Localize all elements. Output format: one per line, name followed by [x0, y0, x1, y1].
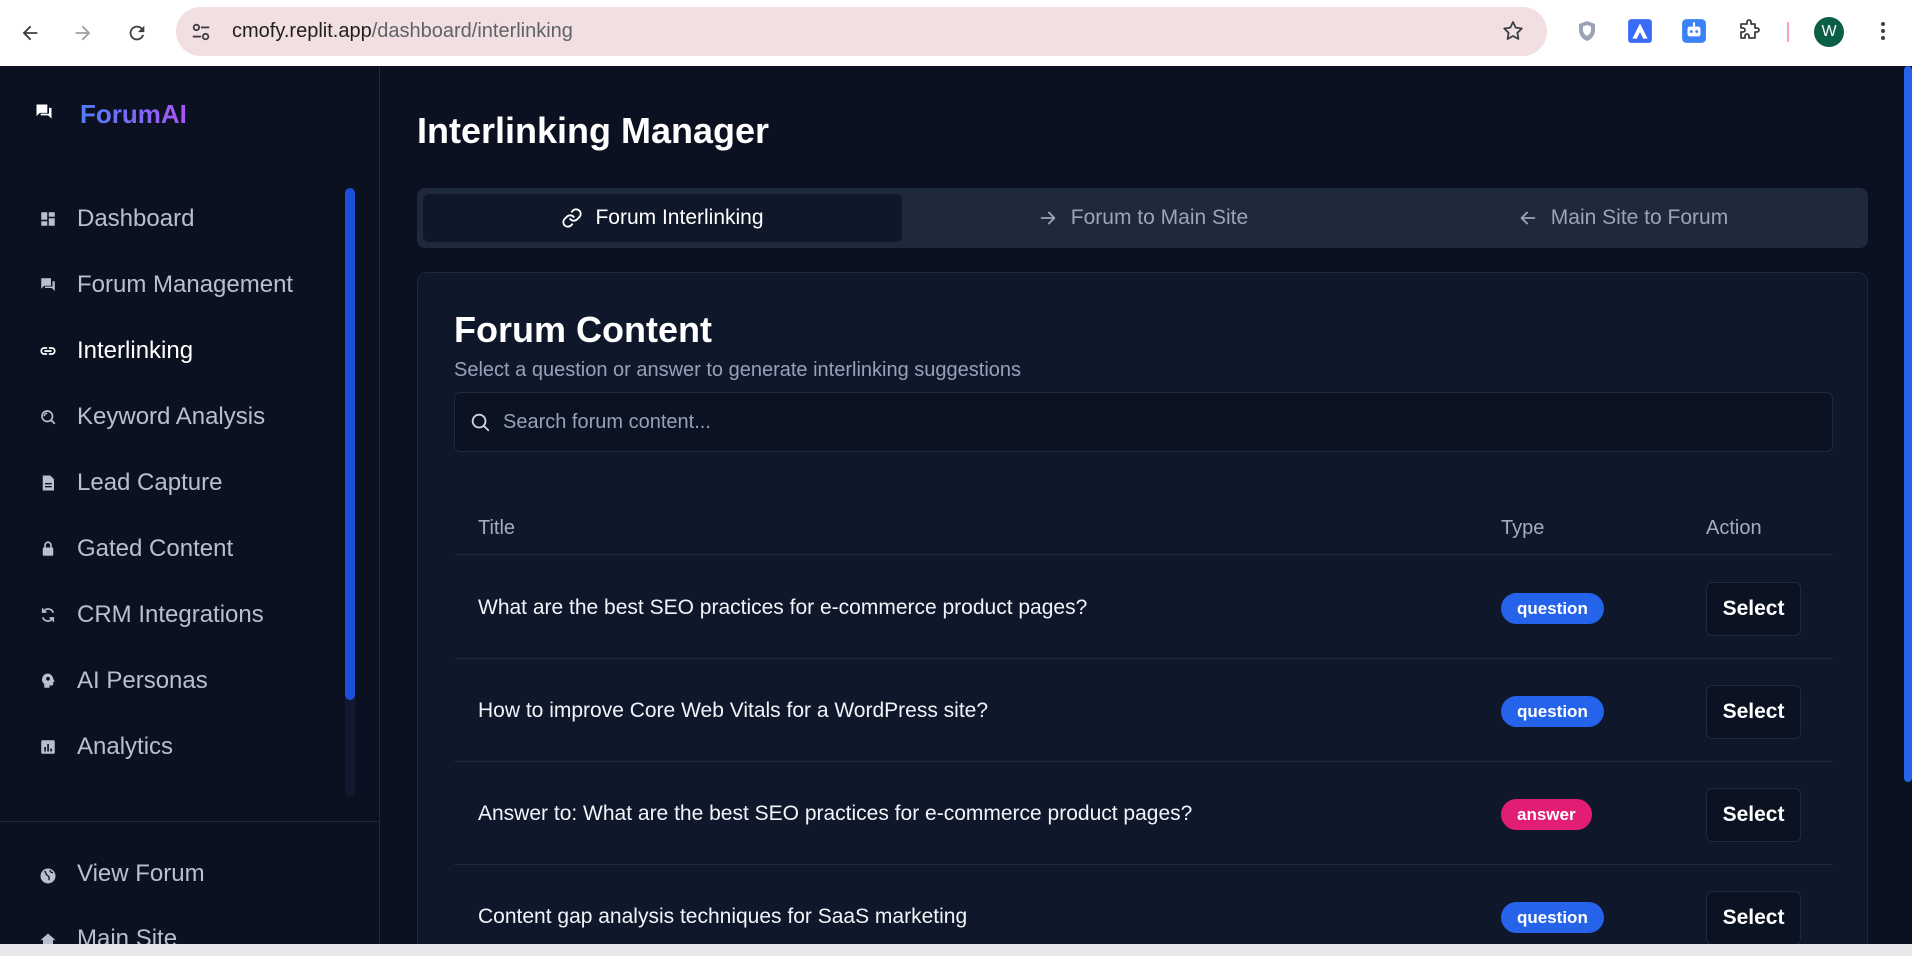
page-title: Interlinking Manager [417, 110, 770, 151]
column-header-type: Type [1501, 517, 1545, 539]
card-subtitle: Select a question or answer to generate … [454, 359, 1022, 381]
arrow-back-icon [22, 25, 38, 41]
globe-icon [40, 868, 56, 884]
tab-label: Forum to Main Site [1070, 206, 1249, 229]
table-row: Answer to: What are the best SEO practic… [454, 762, 1833, 865]
sidebar-item-view-forum[interactable]: View Forum [0, 846, 380, 906]
window-bottom-edge [0, 944, 1912, 956]
page-scrollbar-thumb[interactable] [1904, 66, 1912, 782]
sidebar-item-label: View Forum [77, 860, 205, 887]
arrow-forward-icon [75, 25, 91, 41]
browser-menu-icon[interactable] [1869, 17, 1897, 45]
sidebar-item-label: Keyword Analysis [77, 403, 266, 430]
sidebar-item-label: Lead Capture [77, 469, 223, 496]
forward-button[interactable] [69, 19, 97, 47]
sidebar-nav: Dashboard Forum Management Interlinking … [0, 186, 340, 780]
profile-avatar[interactable]: W [1814, 17, 1844, 47]
lock-icon [38, 539, 58, 559]
tab-label: Forum Interlinking [595, 206, 764, 229]
type-badge: answer [1501, 799, 1592, 830]
toolbar-separator [1787, 22, 1789, 42]
tab-label: Main Site to Forum [1550, 206, 1729, 229]
bookmark-star-icon[interactable] [1501, 19, 1525, 43]
tab-main-site-to-forum[interactable]: Main Site to Forum [1383, 194, 1862, 242]
browser-toolbar: cmofy.replit.app/dashboard/interlinking … [0, 0, 1912, 66]
back-button[interactable] [16, 19, 44, 47]
url-path: /dashboard/interlinking [371, 20, 573, 42]
sync-icon [38, 605, 58, 625]
row-title: How to improve Core Web Vitals for a Wor… [478, 699, 989, 722]
type-badge: question [1501, 593, 1604, 624]
sidebar-item-label: CRM Integrations [77, 601, 264, 628]
row-title: Answer to: What are the best SEO practic… [478, 802, 1193, 825]
shield-extension-icon[interactable] [1573, 17, 1601, 45]
sidebar-item-dashboard[interactable]: Dashboard [0, 186, 340, 252]
address-bar[interactable]: cmofy.replit.app/dashboard/interlinking [176, 7, 1547, 56]
sidebar-item-label: Dashboard [77, 205, 195, 232]
forum-content-card: Forum Content Select a question or answe… [417, 272, 1868, 956]
forum-logo-icon [36, 104, 52, 119]
sidebar-item-crm-integrations[interactable]: CRM Integrations [0, 582, 340, 648]
row-title: Content gap analysis techniques for SaaS… [478, 905, 968, 928]
link-icon [38, 341, 58, 361]
sidebar-scrollbar-thumb[interactable] [345, 188, 355, 700]
arrow-right-icon [1040, 211, 1056, 225]
column-header-action: Action [1706, 517, 1762, 539]
sidebar-item-keyword-analysis[interactable]: Keyword Analysis [0, 384, 340, 450]
sidebar-item-label: AI Personas [77, 667, 208, 694]
type-badge: question [1501, 902, 1604, 933]
search-box [454, 392, 1833, 452]
sidebar-item-label: Gated Content [77, 535, 234, 562]
site-settings-icon[interactable] [190, 21, 212, 43]
triangle-extension-icon[interactable] [1626, 17, 1654, 45]
arrow-left-icon [1520, 211, 1536, 225]
sidebar-item-lead-capture[interactable]: Lead Capture [0, 450, 340, 516]
tab-forum-interlinking[interactable]: Forum Interlinking [423, 194, 902, 242]
select-button[interactable]: Select [1706, 891, 1801, 945]
card-title: Forum Content [454, 309, 712, 350]
dashboard-icon [38, 209, 58, 229]
select-button[interactable]: Select [1706, 685, 1801, 739]
interlinking-tabs: Forum Interlinking Forum to Main Site Ma… [417, 188, 1868, 248]
url-text[interactable]: cmofy.replit.app/dashboard/interlinking [232, 20, 573, 43]
sidebar-item-gated-content[interactable]: Gated Content [0, 516, 340, 582]
table-header: Title Type Action [454, 501, 1833, 555]
sidebar-divider [0, 821, 380, 822]
reload-icon [129, 25, 145, 41]
tab-forum-to-main-site[interactable]: Forum to Main Site [903, 194, 1382, 242]
url-host: cmofy.replit.app [232, 20, 372, 42]
sidebar-item-forum-management[interactable]: Forum Management [0, 252, 340, 318]
brand[interactable]: ForumAI [34, 99, 187, 129]
link-icon [562, 208, 583, 228]
table-row: What are the best SEO practices for e-co… [454, 556, 1833, 659]
document-icon [38, 473, 58, 493]
column-header-title: Title [478, 517, 516, 539]
forum-icon [38, 275, 58, 295]
select-button[interactable]: Select [1706, 582, 1801, 636]
robot-extension-icon[interactable] [1680, 17, 1708, 45]
reload-button[interactable] [123, 19, 151, 47]
search-icon [471, 413, 490, 432]
sidebar-item-label: Interlinking [77, 337, 194, 364]
row-title: What are the best SEO practices for e-co… [478, 596, 1088, 619]
sidebar: ForumAI Dashboard Forum Management Inter… [0, 66, 380, 956]
sidebar-item-analytics[interactable]: Analytics [0, 714, 340, 780]
sidebar-item-label: Analytics [77, 733, 174, 760]
sidebar-item-interlinking[interactable]: Interlinking [0, 318, 340, 384]
main-content: Interlinking Manager Forum Interlinking … [381, 66, 1901, 956]
analytics-icon [38, 737, 58, 757]
sidebar-item-ai-personas[interactable]: AI Personas [0, 648, 340, 714]
sidebar-item-label: Forum Management [77, 271, 294, 298]
type-badge: question [1501, 696, 1604, 727]
search-input[interactable] [503, 393, 1803, 451]
extensions-puzzle-icon[interactable] [1735, 17, 1763, 45]
brand-name: ForumAI [80, 99, 187, 129]
persona-icon [38, 671, 58, 691]
table-row: Content gap analysis techniques for SaaS… [454, 865, 1833, 956]
select-button[interactable]: Select [1706, 788, 1801, 842]
keyword-search-icon [38, 407, 58, 427]
table-row: How to improve Core Web Vitals for a Wor… [454, 659, 1833, 762]
